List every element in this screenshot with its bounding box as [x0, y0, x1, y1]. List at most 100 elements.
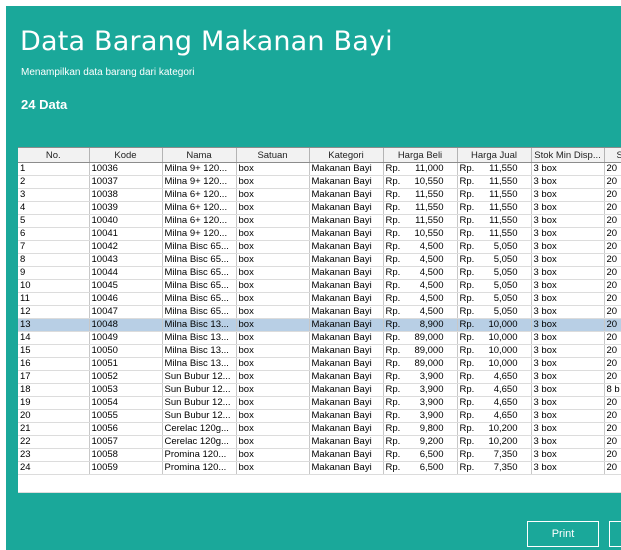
cell-stok: 20 — [604, 461, 621, 475]
column-header-stok-min[interactable]: Stok Min Disp... — [531, 148, 605, 163]
column-header-harga-beli[interactable]: Harga Beli — [383, 148, 458, 163]
table-row[interactable]: 24 10059 Promina 120... box Makanan Bayi Rp. 6… — [18, 461, 621, 475]
column-header-kategori[interactable]: Kategori — [309, 148, 384, 163]
cell-kode: 10055 — [89, 409, 163, 423]
cell-kategori: Makanan Bayi — [309, 344, 384, 358]
currency-label: Rp. — [459, 332, 475, 343]
cell-harga-beli: Rp. 3,900 — [383, 409, 458, 423]
price-amount: 5,050 — [493, 293, 518, 304]
table-row[interactable]: 12 10047 Milna Bisc 65... box Makanan Bayi Rp… — [18, 305, 621, 319]
cell-kategori: Makanan Bayi — [309, 240, 384, 254]
cell-satuan: box — [236, 370, 310, 384]
table-row[interactable]: 22 10057 Cerelac 120g... box Makanan Bayi Rp.… — [18, 435, 621, 449]
currency-label: Rp. — [385, 293, 401, 304]
cell-kode: 10037 — [89, 175, 163, 189]
cell-harga-beli: Rp. 6,500 — [383, 461, 458, 475]
currency-label: Rp. — [385, 423, 401, 434]
cell-stok-min: 3 box — [531, 409, 605, 423]
cell-harga-jual: Rp. 7,350 — [457, 461, 532, 475]
table-row[interactable]: 3 10038 Milna 6+ 120... box Makanan Bayi Rp. 1… — [18, 188, 621, 202]
table-row[interactable]: 9 10044 Milna Bisc 65... box Makanan Bayi Rp.… — [18, 266, 621, 280]
cell-kode: 10056 — [89, 422, 163, 436]
price-amount: 10,000 — [488, 345, 518, 356]
cell-harga-jual: Rp. 11,550 — [457, 162, 532, 176]
column-header-nama[interactable]: Nama — [162, 148, 237, 163]
column-header-satuan[interactable]: Satuan — [236, 148, 310, 163]
print-button[interactable]: Print — [527, 521, 599, 547]
table-row[interactable]: 11 10046 Milna Bisc 65... box Makanan Bayi Rp… — [18, 292, 621, 306]
cell-nama: Milna Bisc 13... — [162, 344, 237, 358]
cell-stok-min: 3 box — [531, 383, 605, 397]
cell-kategori: Makanan Bayi — [309, 253, 384, 267]
table-row[interactable]: 2 10037 Milna 9+ 120... box Makanan Bayi Rp. 1… — [18, 175, 621, 189]
currency-label: Rp. — [385, 280, 401, 291]
cell-stok: 20 — [604, 292, 621, 306]
cell-stok-min: 3 box — [531, 214, 605, 228]
page-subtitle: Menampilkan data barang dari kategori — [21, 67, 195, 78]
cell-stok-min: 3 box — [531, 292, 605, 306]
cell-harga-beli: Rp. 4,500 — [383, 292, 458, 306]
column-header-no[interactable]: No. — [18, 148, 90, 163]
cell-kode: 10036 — [89, 162, 163, 176]
cell-satuan: box — [236, 461, 310, 475]
price-amount: 4,650 — [493, 410, 518, 421]
table-row[interactable]: 5 10040 Milna 6+ 120... box Makanan Bayi Rp. 1… — [18, 214, 621, 228]
cell-kategori: Makanan Bayi — [309, 331, 384, 345]
cell-kode: 10057 — [89, 435, 163, 449]
cell-satuan: box — [236, 162, 310, 176]
table-row[interactable]: 1 10036 Milna 9+ 120... box Makanan Bayi Rp. 1… — [18, 162, 621, 176]
cell-stok: 20 — [604, 448, 621, 462]
table-row[interactable]: 21 10056 Cerelac 120g... box Makanan Bayi Rp.… — [18, 422, 621, 436]
cell-no: 21 — [18, 422, 90, 436]
currency-label: Rp. — [459, 254, 475, 265]
currency-label: Rp. — [385, 202, 401, 213]
table-row[interactable]: 14 10049 Milna Bisc 13... box Makanan Bayi Rp… — [18, 331, 621, 345]
table-row[interactable]: 15 10050 Milna Bisc 13... box Makanan Bayi Rp… — [18, 344, 621, 358]
column-header-harga-jual[interactable]: Harga Jual — [457, 148, 532, 163]
cell-kategori: Makanan Bayi — [309, 435, 384, 449]
column-header-stok[interactable]: St — [604, 148, 621, 163]
table-row[interactable]: 23 10058 Promina 120... box Makanan Bayi Rp. 6… — [18, 448, 621, 462]
currency-label: Rp. — [459, 241, 475, 252]
price-amount: 7,350 — [493, 462, 518, 473]
cell-no: 23 — [18, 448, 90, 462]
cell-harga-jual: Rp. 11,550 — [457, 188, 532, 202]
table-row[interactable]: 4 10039 Milna 6+ 120... box Makanan Bayi Rp. 1… — [18, 201, 621, 215]
cell-nama: Cerelac 120g... — [162, 435, 237, 449]
data-table-container[interactable]: No. Kode Nama Satuan Kategori Harga Beli… — [18, 147, 621, 492]
table-row[interactable]: 20 10055 Sun Bubur 12... box Makanan Bayi Rp.… — [18, 409, 621, 423]
table-row[interactable]: 17 10052 Sun Bubur 12... box Makanan Bayi Rp.… — [18, 370, 621, 384]
extra-button[interactable] — [609, 521, 621, 547]
currency-label: Rp. — [459, 423, 475, 434]
table-row[interactable]: 16 10051 Milna Bisc 13... box Makanan Bayi Rp… — [18, 357, 621, 371]
price-amount: 11,550 — [489, 163, 518, 174]
cell-harga-beli: Rp. 6,500 — [383, 448, 458, 462]
cell-nama: Milna Bisc 65... — [162, 266, 237, 280]
table-row[interactable]: 19 10054 Sun Bubur 12... box Makanan Bayi Rp.… — [18, 396, 621, 410]
table-row[interactable]: 13 10048 Milna Bisc 13... box Makanan Bayi Rp… — [18, 318, 621, 332]
cell-kode: 10042 — [89, 240, 163, 254]
cell-no: 4 — [18, 201, 90, 215]
cell-stok-min: 3 box — [531, 253, 605, 267]
currency-label: Rp. — [459, 358, 475, 369]
cell-nama: Milna 6+ 120... — [162, 201, 237, 215]
table-row[interactable]: 8 10043 Milna Bisc 65... box Makanan Bayi Rp.… — [18, 253, 621, 267]
cell-harga-beli: Rp. 4,500 — [383, 266, 458, 280]
cell-stok-min: 3 box — [531, 175, 605, 189]
cell-harga-jual: Rp. 11,550 — [457, 175, 532, 189]
cell-harga-beli: Rp. 11,000 — [383, 162, 458, 176]
cell-nama: Milna 9+ 120... — [162, 175, 237, 189]
cell-harga-beli: Rp. 9,200 — [383, 435, 458, 449]
cell-no: 16 — [18, 357, 90, 371]
price-amount: 10,000 — [488, 332, 518, 343]
table-row[interactable]: 6 10041 Milna 9+ 120... box Makanan Bayi Rp. 1… — [18, 227, 621, 241]
cell-stok-min: 3 box — [531, 357, 605, 371]
table-row[interactable]: 10 10045 Milna Bisc 65... box Makanan Bayi Rp… — [18, 279, 621, 293]
table-row[interactable]: 18 10053 Sun Bubur 12... box Makanan Bayi Rp.… — [18, 383, 621, 397]
column-header-kode[interactable]: Kode — [89, 148, 163, 163]
table-row[interactable]: 7 10042 Milna Bisc 65... box Makanan Bayi Rp.… — [18, 240, 621, 254]
price-amount: 89,000 — [414, 358, 444, 369]
cell-stok: 20 — [604, 318, 621, 332]
cell-nama: Promina 120... — [162, 461, 237, 475]
price-amount: 4,650 — [493, 384, 518, 395]
